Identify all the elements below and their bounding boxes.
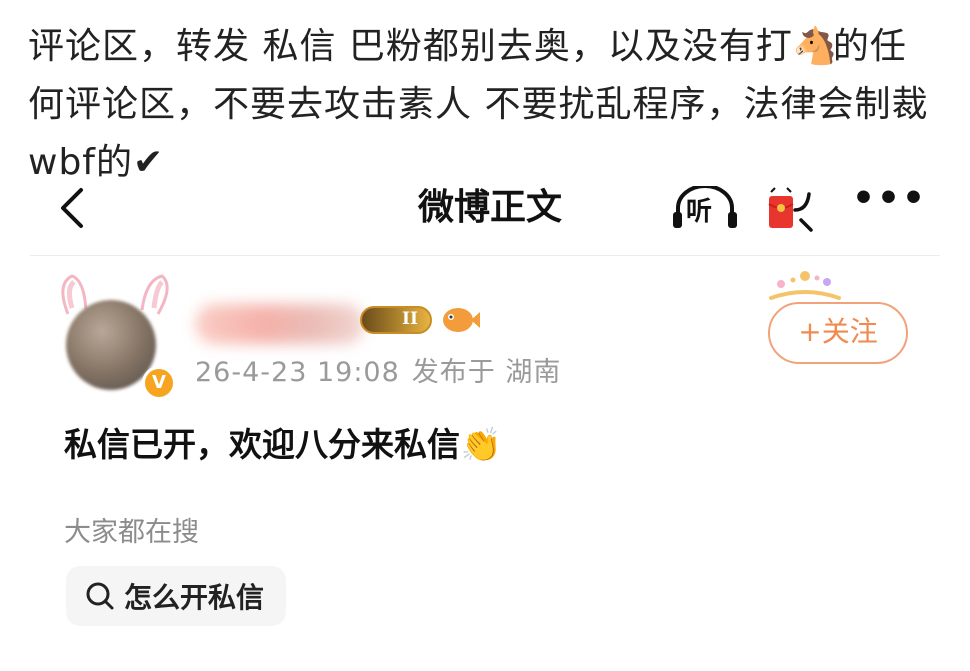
- level-badge: II: [360, 306, 432, 334]
- post-meta: 26-4-23 19:08 发布于 湖南: [195, 350, 561, 389]
- listen-label: 听: [686, 197, 713, 227]
- caption-line-1: 评论区，转发 私信 巴粉都别去奥，以及没有打🐴的任: [28, 18, 948, 76]
- divider: [30, 255, 940, 256]
- post-content: 私信已开，欢迎八分来私信👏: [64, 425, 502, 464]
- level-badge-label: II: [402, 309, 418, 329]
- listen-button[interactable]: 听: [670, 184, 740, 232]
- search-suggestion-chip[interactable]: 怎么开私信: [66, 566, 287, 626]
- caption-text: 评论区，转发 私信 巴粉都别去奥，以及没有打🐴的任 何评论区，不要去攻击素人 不…: [28, 18, 948, 192]
- search-suggestion-text: 怎么开私信: [124, 581, 265, 614]
- post-card: V II 26-4-23 19:08 发布于 湖南 +关注 私信已开，欢迎八分来私…: [30, 262, 940, 662]
- crown-decoration-icon: [769, 271, 841, 300]
- search-icon: [86, 582, 114, 610]
- clapping-hands-icon: 👏: [460, 425, 502, 464]
- fish-badge-icon: [443, 308, 480, 332]
- red-envelope-button[interactable]: [763, 186, 819, 234]
- red-envelope-icon: [768, 187, 813, 232]
- horse-emoji: 🐴: [792, 26, 839, 67]
- verified-badge-icon: V: [142, 366, 176, 400]
- follow-button[interactable]: +关注: [768, 302, 908, 364]
- username-blurred[interactable]: [195, 304, 365, 344]
- back-button[interactable]: [52, 186, 92, 230]
- nav-bar: 微博正文 听 •••: [30, 178, 940, 242]
- caption-line-2: 何评论区，不要去攻击素人 不要扰乱程序，法律会制裁: [28, 84, 929, 125]
- avatar-wrap[interactable]: V: [50, 270, 180, 400]
- trending-search-label: 大家都在搜: [64, 517, 199, 548]
- post-timestamp: 26-4-23 19:08: [195, 357, 400, 388]
- more-menu-button[interactable]: •••: [852, 181, 925, 228]
- page-title: 微博正文: [417, 187, 562, 228]
- check-mark-icon: ✔: [132, 142, 165, 183]
- chevron-left-icon: [61, 188, 83, 228]
- post-location: 发布于 湖南: [411, 357, 562, 388]
